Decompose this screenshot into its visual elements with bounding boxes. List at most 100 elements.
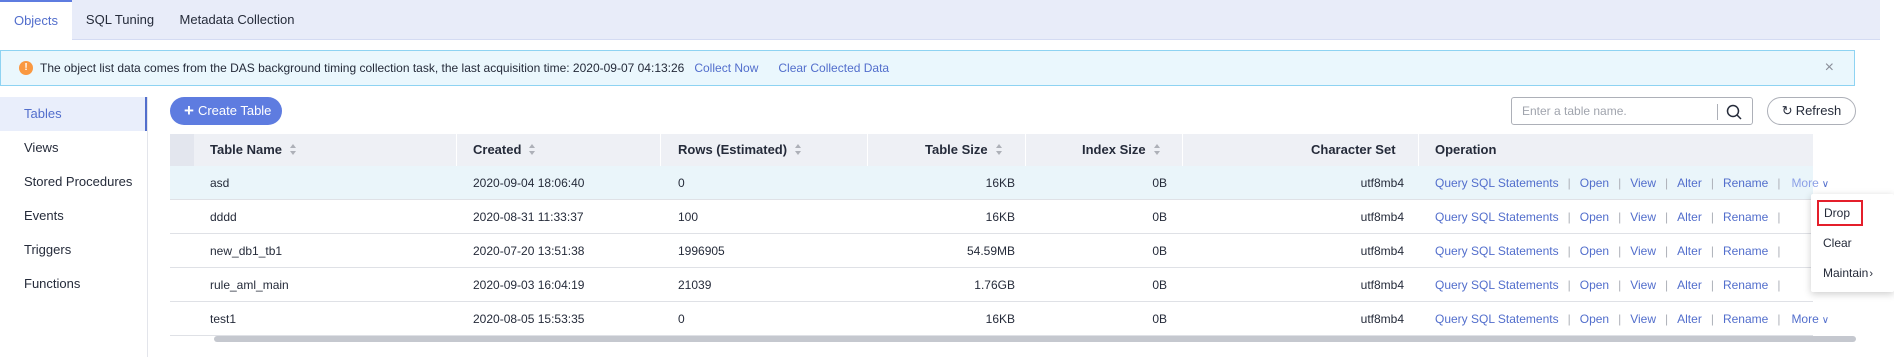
cell-created: 2020-08-05 15:53:35 [473, 312, 585, 326]
open-link[interactable]: Open [1580, 244, 1609, 258]
clear-menu-item[interactable]: Clear [1817, 230, 1889, 256]
drop-menu-item[interactable]: Drop [1817, 200, 1863, 226]
alter-link[interactable]: Alter [1677, 244, 1702, 258]
nav-item-triggers[interactable]: Triggers [0, 233, 147, 267]
query-sql-link[interactable]: Query SQL Statements [1435, 278, 1559, 292]
alter-link[interactable]: Alter [1677, 312, 1702, 326]
separator: | [1710, 176, 1714, 190]
separator: | [1710, 210, 1714, 224]
separator: | [1665, 278, 1669, 292]
create-table-button[interactable]: + Create Table [170, 97, 282, 125]
row-operations: Query SQL Statements | Open | View | Alter | Ren… [1435, 268, 1789, 302]
view-link[interactable]: View [1630, 312, 1656, 326]
cell-table-size: 54.59MB [966, 244, 1015, 258]
col-created[interactable]: Created [473, 134, 536, 166]
nav-item-stored-procedures[interactable]: Stored Procedures [0, 165, 147, 199]
alter-link[interactable]: Alter [1677, 278, 1702, 292]
tab-sql-tuning[interactable]: SQL Tuning [78, 0, 162, 40]
table-header: Table Name Created Rows (Estimated) Tabl… [170, 134, 1813, 166]
view-link[interactable]: View [1630, 210, 1656, 224]
view-link[interactable]: View [1630, 278, 1656, 292]
view-link[interactable]: View [1630, 176, 1656, 190]
col-character-set: Character Set [1311, 142, 1396, 157]
cell-index-size: 0B [1152, 176, 1167, 190]
more-menu[interactable]: More ∨ [1791, 176, 1829, 190]
refresh-icon: ↻ [1781, 103, 1793, 118]
cell-charset: utf8mb4 [1360, 312, 1404, 326]
rename-link[interactable]: Rename [1723, 312, 1768, 326]
open-link[interactable]: Open [1580, 210, 1609, 224]
separator: | [1618, 176, 1622, 190]
sort-icon[interactable] [1153, 144, 1161, 156]
col-table-size[interactable]: Table Size [925, 134, 1003, 166]
col-rows-label: Rows (Estimated) [678, 142, 788, 157]
search-icon[interactable] [1724, 102, 1744, 122]
cell-index-size: 0B [1152, 312, 1167, 326]
table-row: asd 2020-09-04 18:06:40 0 16KB 0B utf8mb… [170, 166, 1829, 200]
query-sql-link[interactable]: Query SQL Statements [1435, 244, 1559, 258]
refresh-button[interactable]: ↻ Refresh [1767, 97, 1856, 125]
rename-link[interactable]: Rename [1723, 176, 1768, 190]
rename-link[interactable]: Rename [1723, 210, 1768, 224]
table-row: new_db1_tb1 2020-07-20 13:51:38 1996905 … [170, 234, 1813, 268]
open-link[interactable]: Open [1580, 312, 1609, 326]
cell-table-name: new_db1_tb1 [210, 244, 283, 258]
maintain-menu-item[interactable]: Maintain› [1817, 260, 1889, 286]
query-sql-link[interactable]: Query SQL Statements [1435, 176, 1559, 190]
col-created-label: Created [473, 142, 522, 157]
open-link[interactable]: Open [1580, 278, 1609, 292]
refresh-label: Refresh [1795, 103, 1842, 118]
view-link[interactable]: View [1630, 244, 1656, 258]
open-link[interactable]: Open [1580, 176, 1609, 190]
separator: | [1567, 210, 1571, 224]
row-operations: Query SQL Statements | Open | View | Alter | Ren… [1435, 302, 1829, 336]
tab-objects[interactable]: Objects [0, 0, 72, 40]
separator: | [1777, 244, 1781, 258]
nav-item-events[interactable]: Events [0, 199, 147, 233]
sort-icon[interactable] [529, 144, 536, 156]
nav-item-views[interactable]: Views [0, 131, 147, 165]
collect-now-link[interactable]: Collect Now [694, 61, 758, 75]
separator: | [1567, 244, 1571, 258]
table-row: test1 2020-08-05 15:53:35 0 16KB 0B utf8… [170, 302, 1829, 336]
cell-rows: 100 [678, 210, 699, 224]
separator: | [1618, 244, 1622, 258]
sort-icon[interactable] [795, 144, 802, 156]
col-rows[interactable]: Rows (Estimated) [678, 134, 802, 166]
col-table-name[interactable]: Table Name [210, 134, 297, 166]
rename-link[interactable]: Rename [1723, 278, 1768, 292]
alter-link[interactable]: Alter [1677, 210, 1702, 224]
nav-item-functions[interactable]: Functions [0, 267, 147, 301]
chevron-down-icon: ∨ [1821, 179, 1830, 190]
more-label: More [1791, 176, 1819, 190]
col-table-name-label: Table Name [210, 142, 283, 157]
nav-item-tables[interactable]: Tables [0, 97, 147, 131]
col-index-size[interactable]: Index Size [1082, 134, 1161, 166]
separator: | [1710, 244, 1714, 258]
rename-link[interactable]: Rename [1723, 244, 1768, 258]
separator: | [1777, 176, 1781, 190]
tab-metadata-collection[interactable]: Metadata Collection [170, 0, 304, 40]
clear-collected-data-link[interactable]: Clear Collected Data [778, 61, 889, 75]
cell-table-size: 16KB [985, 210, 1015, 224]
separator: | [1710, 278, 1714, 292]
cell-charset: utf8mb4 [1360, 278, 1404, 292]
header-gutter [170, 134, 194, 166]
close-icon[interactable]: × [1825, 60, 1834, 76]
sort-icon[interactable] [995, 144, 1003, 156]
query-sql-link[interactable]: Query SQL Statements [1435, 312, 1559, 326]
cell-rows: 0 [678, 176, 685, 190]
table-search-input[interactable] [1512, 98, 1712, 124]
search-divider [1717, 104, 1718, 120]
separator: | [1710, 312, 1714, 326]
cell-table-name: asd [210, 176, 230, 190]
cell-index-size: 0B [1152, 210, 1167, 224]
more-menu[interactable]: More ∨ [1791, 312, 1829, 326]
create-table-label: Create Table [197, 103, 272, 118]
query-sql-link[interactable]: Query SQL Statements [1435, 210, 1559, 224]
horizontal-scrollbar[interactable] [214, 336, 1856, 342]
row-operations: Query SQL Statements | Open | View | Alter | Ren… [1435, 166, 1829, 200]
sort-icon[interactable] [290, 144, 297, 156]
alter-link[interactable]: Alter [1677, 176, 1702, 190]
cell-index-size: 0B [1152, 278, 1167, 292]
